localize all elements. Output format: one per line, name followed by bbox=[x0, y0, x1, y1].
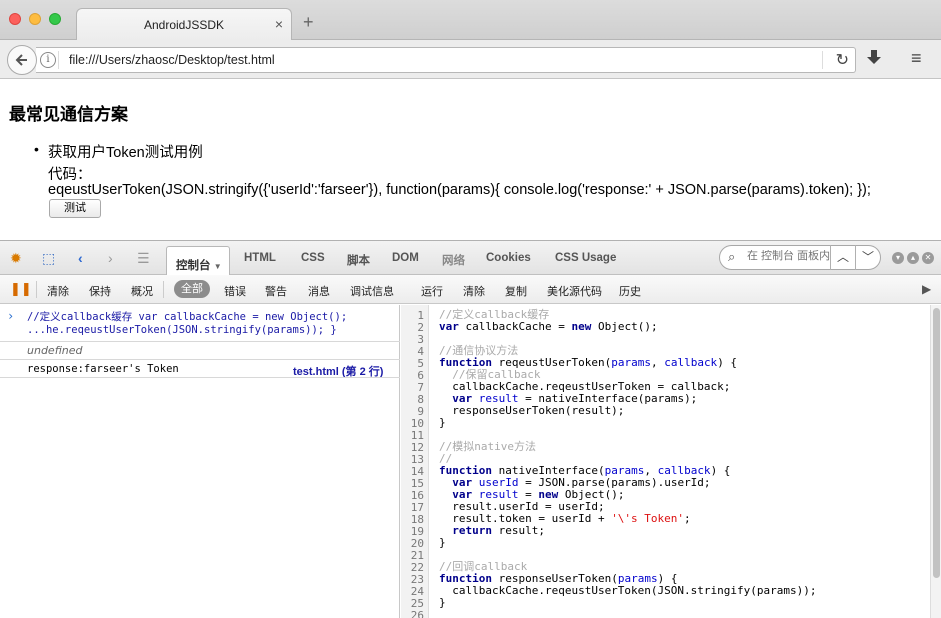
close-panel-icon[interactable]: ✕ bbox=[922, 252, 934, 264]
minimize-window-button[interactable] bbox=[29, 13, 41, 25]
reload-icon[interactable]: ↻ bbox=[836, 50, 849, 70]
download-arrow-icon bbox=[867, 50, 881, 64]
code-line: //模拟native方法 bbox=[439, 440, 536, 453]
persist-button[interactable]: 保持 bbox=[89, 283, 111, 299]
tab-cookies[interactable]: Cookies bbox=[486, 252, 531, 264]
divider bbox=[0, 359, 400, 360]
page-content: 最常见通信方案 • 获取用户Token测试用例 代码： eqeustUserTo… bbox=[0, 80, 941, 240]
code-label: 代码： bbox=[48, 167, 92, 183]
profile-button[interactable]: 概况 bbox=[131, 283, 153, 299]
back-icon[interactable]: ‹ bbox=[78, 250, 83, 266]
copy-button[interactable]: 复制 bbox=[505, 283, 527, 299]
pretty-print-button[interactable]: 美化源代码 bbox=[547, 283, 602, 299]
divider bbox=[0, 377, 400, 378]
back-arrow-icon bbox=[15, 54, 27, 66]
editor-scrollbar[interactable] bbox=[930, 305, 941, 618]
filter-info[interactable]: 消息 bbox=[308, 283, 330, 299]
clear-editor-button[interactable]: 清除 bbox=[463, 283, 485, 299]
log-message: response:farseer's Token bbox=[27, 363, 179, 375]
firebug-bug-icon[interactable]: ✹ bbox=[10, 250, 22, 267]
command-echo-line: //定义callback缓存 var callbackCache = new O… bbox=[27, 311, 348, 323]
search-icon: ⌕ bbox=[728, 249, 736, 264]
url-bar[interactable]: i file:///Users/zhaosc/Desktop/test.html… bbox=[36, 47, 856, 73]
close-window-button[interactable] bbox=[9, 13, 21, 25]
filter-errors[interactable]: 错误 bbox=[224, 283, 246, 299]
forward-icon[interactable]: › bbox=[108, 250, 113, 266]
list-item: 获取用户Token测试用例 bbox=[48, 145, 203, 161]
info-icon[interactable]: i bbox=[40, 52, 56, 68]
filter-all[interactable]: 全部 bbox=[174, 280, 210, 298]
tab-css-usage[interactable]: CSS Usage bbox=[555, 252, 616, 264]
filter-warnings[interactable]: 警告 bbox=[265, 283, 287, 299]
search-input[interactable] bbox=[747, 250, 831, 262]
hamburger-menu-icon[interactable]: ≡ bbox=[911, 48, 922, 69]
tab-network[interactable]: 网络 bbox=[442, 252, 465, 268]
command-result: undefined bbox=[27, 344, 83, 357]
command-echo-line: ...he.reqeustUserToken(JSON.stringify(pa… bbox=[27, 324, 337, 336]
bullet-icon: • bbox=[34, 141, 39, 157]
tab-title: AndroidJSSDK bbox=[143, 18, 225, 32]
code-line: var callbackCache = new Object(); bbox=[439, 320, 658, 333]
tab-console[interactable]: 控制台 ▼ bbox=[166, 246, 230, 276]
tab-bar: AndroidJSSDK × + bbox=[0, 0, 941, 41]
tab-script[interactable]: 脚本 bbox=[347, 252, 370, 268]
history-button[interactable]: 历史 bbox=[619, 283, 641, 299]
panel-list-icon[interactable]: ☰ bbox=[137, 250, 150, 267]
test-button[interactable]: 测试 bbox=[49, 199, 101, 218]
divider bbox=[58, 51, 59, 69]
tab-css[interactable]: CSS bbox=[301, 252, 325, 264]
url-text[interactable]: file:///Users/zhaosc/Desktop/test.html bbox=[69, 53, 275, 67]
run-button[interactable]: 运行 bbox=[421, 283, 443, 299]
scrollbar-thumb[interactable] bbox=[933, 308, 940, 578]
tab-html[interactable]: HTML bbox=[244, 252, 276, 264]
tab-close-icon[interactable]: × bbox=[275, 16, 283, 32]
command-editor[interactable]: 1 2 3 4 5 6 7 8 9 10 11 12 13 14 15 16 17 18 19 20 21 22 23 24 2… bbox=[401, 305, 930, 618]
clear-button[interactable]: 清除 bbox=[47, 283, 69, 299]
divider bbox=[36, 281, 37, 298]
detach-panel-icon[interactable]: ▴ bbox=[907, 252, 919, 264]
line-number: 26 bbox=[410, 609, 424, 618]
firebug-panel-bar: ✹ ⬚ ‹ › ☰ 控制台 ▼ HTML CSS 脚本 DOM 网络 Cooki… bbox=[0, 240, 941, 276]
code-line: return result; bbox=[452, 524, 545, 537]
filter-debug[interactable]: 调试信息 bbox=[350, 283, 394, 299]
divider bbox=[0, 341, 400, 342]
pause-on-error-icon[interactable]: ❚❚ bbox=[10, 281, 32, 297]
code-text: eqeustUserToken(JSON.stringify({'userId'… bbox=[48, 182, 871, 198]
play-icon[interactable]: ▶ bbox=[922, 282, 931, 296]
browser-tab[interactable]: AndroidJSSDK × bbox=[76, 8, 292, 41]
inspect-icon[interactable]: ⬚ bbox=[42, 250, 55, 267]
divider bbox=[163, 281, 164, 298]
console-log: › //定义callback缓存 var callbackCache = new… bbox=[0, 305, 400, 618]
divider bbox=[822, 51, 823, 69]
command-prompt-icon: › bbox=[7, 309, 15, 323]
new-tab-button[interactable]: + bbox=[303, 12, 314, 33]
line-number-gutter: 1 2 3 4 5 6 7 8 9 10 11 12 13 14 15 16 17 18 19 20 21 22 23 24 2… bbox=[401, 305, 429, 618]
chevron-down-icon: ▼ bbox=[213, 262, 222, 271]
browser-window: AndroidJSSDK × + i file:///Users/zhaosc/… bbox=[0, 0, 941, 618]
code-line: responseUserToken(result); bbox=[439, 404, 625, 417]
console-search[interactable]: ⌕ ︿ ﹀ bbox=[719, 245, 881, 270]
search-prev-button[interactable]: ︿ bbox=[830, 245, 855, 270]
code-line: callbackCache.reqeustUserToken(JSON.stri… bbox=[439, 584, 817, 597]
navigation-bar: i file:///Users/zhaosc/Desktop/test.html… bbox=[0, 40, 941, 79]
tab-console-label: 控制台 bbox=[176, 260, 211, 272]
download-icon[interactable] bbox=[866, 49, 882, 72]
minimize-panel-icon[interactable]: ▾ bbox=[892, 252, 904, 264]
tab-dom[interactable]: DOM bbox=[392, 252, 419, 264]
zoom-window-button[interactable] bbox=[49, 13, 61, 25]
page-heading: 最常见通信方案 bbox=[9, 105, 128, 124]
back-button[interactable] bbox=[7, 45, 37, 75]
search-next-button[interactable]: ﹀ bbox=[855, 245, 880, 270]
console-toolbar: ❚❚ 清除 保持 概况 全部 错误 警告 消息 调试信息 运行 清除 复制 美化… bbox=[0, 275, 941, 304]
